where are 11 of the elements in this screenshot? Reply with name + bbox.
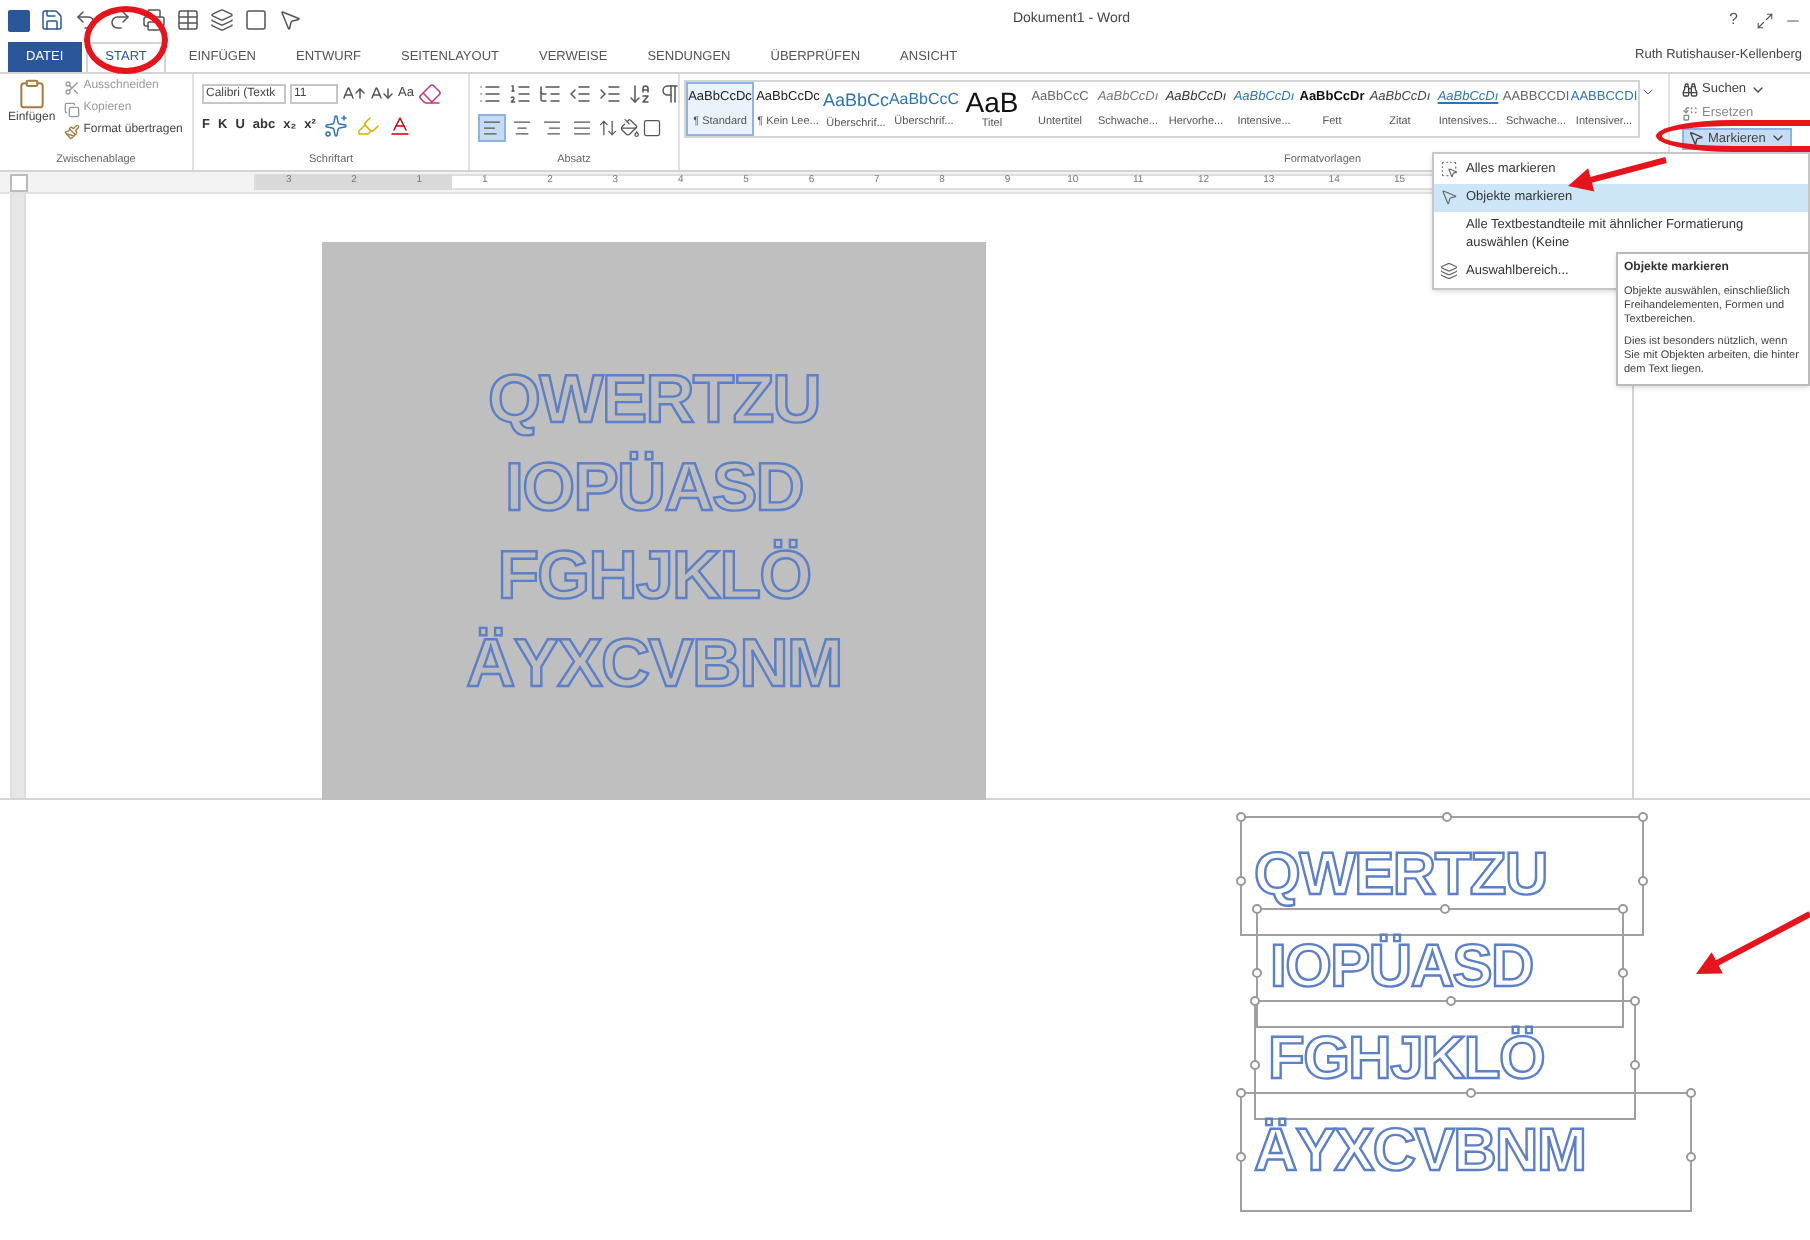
style-preview: AaB xyxy=(965,88,1019,116)
outlined-text: ÄYXCVBNM xyxy=(466,630,842,698)
outlined-text: FGHJKLÖ xyxy=(497,542,811,610)
outlined-text: IOPÜASD xyxy=(1270,938,1533,998)
style-preview: AaBbCcC xyxy=(888,88,960,112)
outlined-text: QWERTZU xyxy=(488,366,820,434)
outlined-text: ÄYXCVBNM xyxy=(1254,1122,1586,1182)
style-preview: AaBbCc xyxy=(822,88,890,114)
outlined-text: QWERTZU xyxy=(1254,846,1547,906)
outlined-text: IOPÜASD xyxy=(505,454,803,522)
outlined-text: FGHJKLÖ xyxy=(1268,1030,1545,1090)
